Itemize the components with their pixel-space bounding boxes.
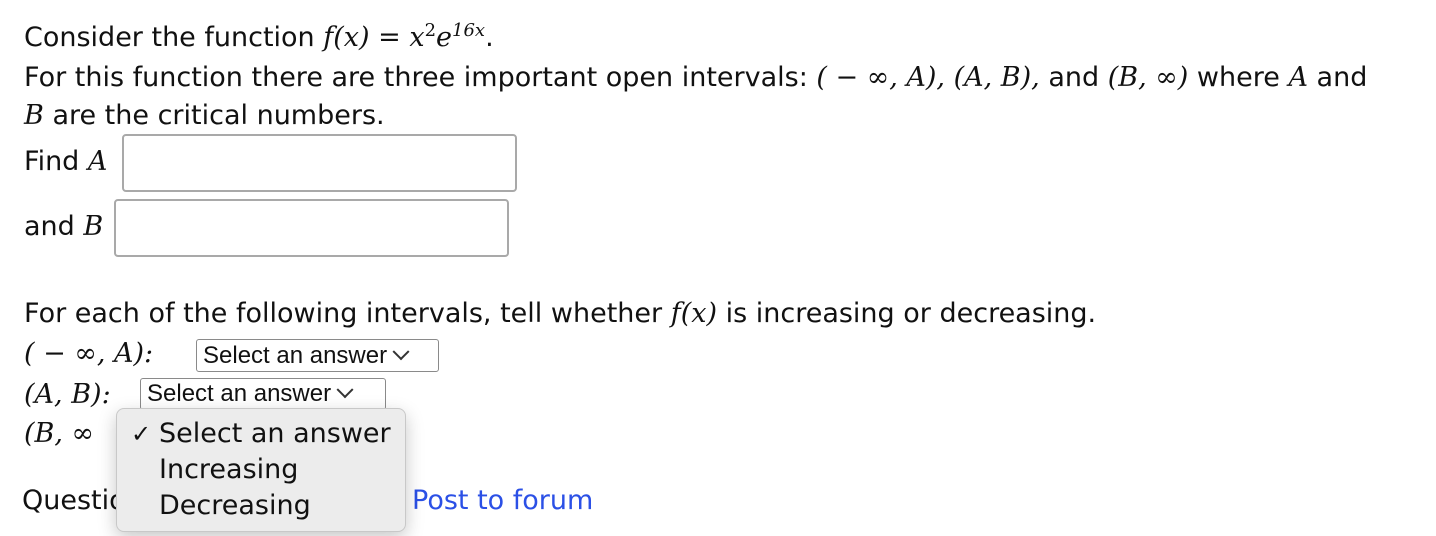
- row-2-select-value: Select an answer: [147, 380, 332, 407]
- interval-2: (A, B),: [953, 62, 1040, 93]
- row-1-select[interactable]: Select an answer: [196, 339, 439, 372]
- question-text-2: is increasing or decreasing.: [725, 298, 1097, 329]
- critical-text: are the critical numbers.: [52, 100, 385, 131]
- question-text-1: For each of the following intervals, tel…: [24, 298, 663, 329]
- dropdown-option-select[interactable]: ✓ Select an answer: [117, 416, 405, 452]
- option-label: Decreasing: [159, 490, 311, 521]
- dropdown-option-increasing[interactable]: Increasing: [117, 452, 405, 488]
- find-a-text: Find: [24, 146, 80, 177]
- find-a-var: A: [87, 146, 108, 177]
- intro-period: .: [485, 22, 494, 53]
- interval-1: ( − ∞, A),: [816, 62, 945, 93]
- row-2-interval: (A, B):: [24, 379, 111, 410]
- row-1-select-value: Select an answer: [203, 341, 388, 369]
- function-statement: Consider the function f(x) = x2e16x.: [24, 21, 494, 55]
- answer-dropdown-menu[interactable]: ✓ Select an answer Increasing Decreasing: [116, 408, 406, 532]
- find-b-label: and B: [24, 210, 103, 244]
- critical-statement: B are the critical numbers.: [24, 99, 385, 133]
- find-a-label: Find A: [24, 145, 107, 179]
- intervals-statement: For this function there are three import…: [24, 61, 1367, 95]
- intervals-text: For this function there are three import…: [24, 62, 808, 93]
- option-label: Increasing: [159, 454, 299, 485]
- equals-sign: =: [369, 22, 410, 53]
- row-2-select[interactable]: Select an answer: [140, 378, 386, 410]
- answer-a-input[interactable]: [122, 134, 517, 192]
- intro-prefix: Consider the function: [24, 22, 315, 53]
- answer-b-input[interactable]: [114, 199, 509, 257]
- exponent-16x: 16x: [452, 20, 486, 41]
- exponent-2: 2: [424, 20, 437, 41]
- var-a: A: [1288, 62, 1308, 93]
- chevron-down-icon: [392, 342, 410, 360]
- where-word: where: [1196, 62, 1280, 93]
- question-fx: f(x): [670, 298, 717, 329]
- base-x: x: [409, 22, 425, 53]
- row-1-interval: ( − ∞, A):: [24, 338, 154, 369]
- var-b: B: [24, 100, 44, 131]
- checkmark-icon: ✓: [131, 420, 152, 448]
- euler-e: e: [436, 22, 453, 53]
- post-to-forum-link[interactable]: Post to forum: [412, 484, 593, 518]
- and-word-2: and: [1316, 62, 1368, 93]
- find-b-text: and: [24, 211, 75, 242]
- monotonic-question: For each of the following intervals, tel…: [24, 297, 1096, 331]
- and-word: and: [1048, 62, 1100, 93]
- chevron-down-icon: [336, 381, 354, 399]
- question-help-label: Questio: [22, 485, 126, 516]
- find-b-var: B: [83, 211, 104, 242]
- option-label: Select an answer: [159, 418, 391, 449]
- interval-3: (B, ∞): [1107, 62, 1189, 93]
- function-fx: f(x): [323, 22, 370, 53]
- dropdown-option-decreasing[interactable]: Decreasing: [117, 488, 405, 524]
- row-3-interval: (B, ∞: [24, 418, 95, 449]
